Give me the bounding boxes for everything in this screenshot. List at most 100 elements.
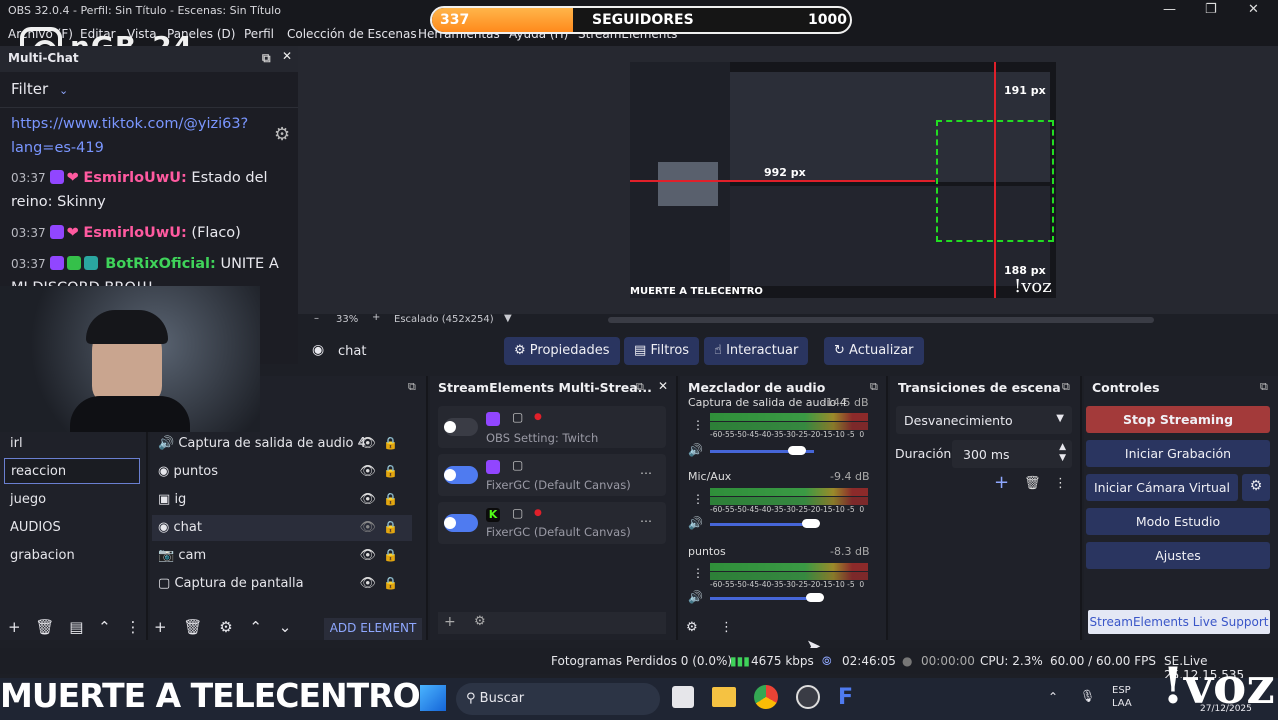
trash-icon[interactable]: 🗑 <box>35 618 54 636</box>
source-item-selected[interactable]: ◉ chat 👁 🔒 <box>152 515 412 541</box>
undock-icon[interactable]: ⧉ <box>636 380 644 394</box>
transition-select[interactable]: Desvanecimiento ▼ <box>896 406 1072 434</box>
add-icon[interactable]: + <box>994 472 1009 493</box>
zoom-out-icon[interactable]: – <box>314 313 319 324</box>
trash-icon[interactable]: 🗑 <box>1024 476 1041 491</box>
undock-icon[interactable]: ⧉ <box>262 51 271 66</box>
dock-close-icon[interactable]: ✕ <box>282 49 292 63</box>
file-explorer-icon[interactable] <box>712 687 736 707</box>
more-icon[interactable]: ⋯ <box>640 514 652 528</box>
filters-button[interactable]: ▤ Filtros <box>624 337 700 365</box>
more-icon[interactable]: ⋮ <box>692 566 704 580</box>
language-indicator[interactable]: ESP LAA <box>1112 684 1132 710</box>
lock-icon[interactable]: 🔒 <box>383 576 398 590</box>
scale-dropdown-icon[interactable]: ▼ <box>504 313 512 324</box>
obs-icon[interactable] <box>796 685 820 709</box>
maximize-icon[interactable]: ❐ <box>1205 2 1217 17</box>
zoom-in-icon[interactable]: + <box>372 312 380 323</box>
volume-slider[interactable] <box>710 523 814 526</box>
start-recording-button[interactable]: Iniciar Grabación <box>1086 440 1270 467</box>
toggle-on[interactable] <box>444 466 478 484</box>
close-icon[interactable]: ✕ <box>1248 2 1259 17</box>
horizontal-scrollbar[interactable] <box>608 317 1154 323</box>
volume-knob[interactable] <box>802 519 820 528</box>
lock-icon[interactable]: 🔒 <box>383 520 398 534</box>
more-icon[interactable]: ⋮ <box>692 492 704 506</box>
filter-icon[interactable]: ▤ <box>69 618 83 636</box>
source-item[interactable]: ▣ ig 👁 🔒 <box>158 492 412 507</box>
scale-mode[interactable]: Escalado (452x254) <box>394 314 494 325</box>
advanced-audio-icon[interactable]: ⚙ <box>686 620 698 635</box>
lock-icon[interactable]: 🔒 <box>383 436 398 450</box>
chevron-up-icon[interactable]: ⌃ <box>1048 690 1058 704</box>
gear-icon[interactable]: ⚙ <box>474 614 486 629</box>
task-view-icon[interactable] <box>672 686 694 708</box>
scene-item[interactable]: irl <box>10 436 23 451</box>
scene-item-selected[interactable]: reaccion <box>4 458 140 484</box>
more-icon[interactable]: ⋮ <box>720 620 733 635</box>
add-element-button[interactable]: ADD ELEMENT <box>324 618 422 640</box>
source-item[interactable]: ◉ puntos 👁 🔒 <box>158 464 412 479</box>
undock-icon[interactable]: ⧉ <box>1260 380 1268 394</box>
eye-icon[interactable]: 👁 <box>359 436 376 451</box>
speaker-icon[interactable]: 🔊 <box>688 516 703 530</box>
source-item[interactable]: 📷 cam 👁 🔒 <box>158 548 412 563</box>
stop-streaming-button[interactable]: Stop Streaming <box>1086 406 1270 433</box>
undock-icon[interactable]: ⧉ <box>870 380 878 394</box>
scene-item[interactable]: AUDIOS <box>10 520 61 535</box>
undock-icon[interactable]: ⧉ <box>408 380 416 394</box>
gear-icon[interactable]: ⚙ <box>219 618 232 636</box>
eye-hidden-icon[interactable]: 👁 <box>359 520 376 535</box>
volume-slider[interactable] <box>710 597 814 600</box>
studio-mode-button[interactable]: Modo Estudio <box>1086 508 1270 535</box>
minimize-icon[interactable]: — <box>1163 2 1176 17</box>
preview-canvas[interactable]: 191 px 992 px 188 px MUERTE A TELECENTRO… <box>630 62 1056 298</box>
app-icon[interactable]: F <box>838 685 858 710</box>
duration-input[interactable]: 300 ms ▲ ▼ <box>952 440 1072 468</box>
lock-icon[interactable]: 🔒 <box>383 492 398 506</box>
refresh-button[interactable]: ↻ Actualizar <box>824 337 924 365</box>
properties-button[interactable]: ⚙ Propiedades <box>504 337 620 365</box>
taskbar-search[interactable]: ⚲ Buscar <box>456 683 660 715</box>
windows-start-icon[interactable] <box>420 685 446 711</box>
eye-icon[interactable]: 👁 <box>359 548 376 563</box>
multichat-filter[interactable]: Filter ⌄ ⚙ <box>0 72 298 145</box>
add-icon[interactable]: + <box>154 618 167 636</box>
more-icon[interactable]: ⋮ <box>1054 476 1067 491</box>
interact-button[interactable]: ☝ Interactuar <box>704 337 809 365</box>
selection-box[interactable] <box>936 120 1054 242</box>
speaker-icon[interactable]: 🔊 <box>688 443 703 457</box>
down-icon[interactable]: ⌄ <box>279 618 292 636</box>
spinner-icon[interactable]: ▲ ▼ <box>1059 442 1066 464</box>
lock-icon[interactable]: 🔒 <box>383 464 398 478</box>
virtual-camera-settings-icon[interactable]: ⚙ <box>1242 474 1270 501</box>
speaker-icon[interactable]: 🔊 <box>688 590 703 604</box>
eye-icon[interactable]: 👁 <box>359 464 376 479</box>
more-icon[interactable]: ⋯ <box>640 466 652 480</box>
source-item[interactable]: ▢ Captura de pantalla 👁 🔒 <box>158 576 412 591</box>
eye-icon[interactable]: 👁 <box>359 576 376 591</box>
trash-icon[interactable]: 🗑 <box>183 618 202 636</box>
up-icon[interactable]: ⌃ <box>249 618 262 636</box>
live-support-button[interactable]: StreamElements Live Support <box>1088 610 1270 634</box>
add-icon[interactable]: + <box>8 618 21 636</box>
undock-icon[interactable]: ⧉ <box>1062 380 1070 394</box>
volume-knob[interactable] <box>806 593 824 602</box>
volume-knob[interactable] <box>788 446 806 455</box>
lock-icon[interactable]: 🔒 <box>383 548 398 562</box>
more-icon[interactable]: ⋮ <box>126 618 141 636</box>
up-icon[interactable]: ⌃ <box>98 618 111 636</box>
mic-icon[interactable]: 🎙 <box>1080 689 1095 703</box>
chat-link-text[interactable]: https://www.tiktok.com/@yizi63?lang=es-4… <box>11 116 248 156</box>
toggle-on[interactable] <box>444 514 478 532</box>
settings-button[interactable]: Ajustes <box>1086 542 1270 569</box>
chat-link[interactable]: https://www.tiktok.com/@yizi63?lang=es-4… <box>11 112 281 160</box>
add-icon[interactable]: + <box>444 614 456 630</box>
menu-perfil[interactable]: Perfil <box>244 27 274 41</box>
more-icon[interactable]: ⋮ <box>692 418 704 432</box>
scene-item[interactable]: grabacion <box>10 548 75 563</box>
dock-close-icon[interactable]: ✕ <box>658 379 668 393</box>
source-item[interactable]: 🔊 Captura de salida de audio 4 👁 🔒 <box>158 436 412 451</box>
menu-coleccion-escenas[interactable]: Colección de Escenas <box>287 27 417 41</box>
chrome-icon[interactable] <box>754 685 778 709</box>
